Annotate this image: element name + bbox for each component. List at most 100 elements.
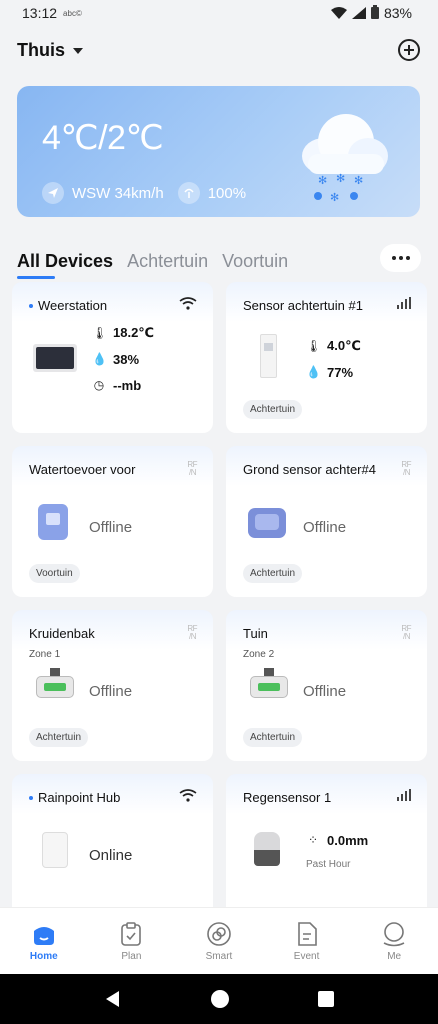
add-device-button[interactable] — [398, 39, 420, 61]
device-name: Rainpoint Hub — [38, 790, 121, 805]
nav-event[interactable]: Event — [272, 921, 342, 962]
device-name: Weerstation — [38, 298, 108, 313]
svg-text:✻: ✻ — [336, 172, 345, 185]
online-dot — [29, 303, 33, 308]
location-tag: Voortuin — [29, 564, 80, 583]
device-name: Watertoevoer voor — [29, 462, 136, 477]
device-group-tabs: All Devices Achtertuin Voortuin — [17, 244, 421, 279]
bottom-navigation: Home Plan Smart Event Me — [0, 907, 438, 974]
valve-controller-image — [36, 668, 74, 704]
home-circle-icon[interactable] — [210, 990, 229, 1008]
device-title: Weerstation — [29, 298, 107, 313]
wind-text: WSW 34km/h — [72, 184, 164, 202]
device-card-sensor-achtertuin[interactable]: Sensor achtertuin #1 🌡 4.0℃ 💧 77% Achtertu… — [226, 282, 427, 433]
humidity-drop-icon: 💧 — [306, 365, 321, 379]
reading-temperature: 🌡 4.0℃ — [306, 333, 361, 359]
tab-voortuin[interactable]: Voortuin — [222, 251, 288, 272]
reading-humidity: 💧 38% — [92, 346, 154, 372]
reading-period: Past Hour — [306, 853, 368, 875]
nav-label: Me — [387, 950, 402, 962]
recents-icon[interactable] — [317, 991, 334, 1007]
tab-achtertuin[interactable]: Achtertuin — [127, 251, 208, 272]
device-name: Tuin — [243, 626, 268, 641]
nav-label: Home — [29, 950, 58, 962]
location-tag: Achtertuin — [243, 564, 303, 583]
device-status: Offline — [303, 683, 347, 700]
readings: ⁘ 0.0mm Past Hour — [306, 827, 368, 875]
device-name: Regensensor 1 — [243, 790, 332, 805]
weather-station-image — [33, 344, 77, 372]
device-status: Offline — [89, 519, 133, 536]
tab-all-devices[interactable]: All Devices — [17, 251, 113, 279]
device-status: Offline — [89, 683, 133, 700]
device-card-watertoevoer[interactable]: Watertoevoer voor RF /N Offline Voortuin — [12, 446, 213, 597]
status-time: 13:12 — [22, 5, 58, 21]
gauge-icon: ◷ — [93, 378, 105, 392]
reading-value: 0.0mm — [327, 832, 369, 848]
back-icon[interactable] — [104, 990, 122, 1008]
nav-label: Plan — [121, 950, 142, 962]
rain-drops-icon: ⁘ — [307, 833, 319, 847]
soil-sensor-image — [248, 508, 286, 538]
reading-value: 4.0℃ — [327, 338, 361, 353]
reading-value: 77% — [327, 364, 354, 380]
online-dot — [29, 795, 33, 800]
battery-icon — [370, 5, 379, 19]
home-selector[interactable]: Thuis — [17, 40, 83, 61]
device-title: Tuin — [243, 626, 268, 641]
readings: 🌡 18.2℃ 💧 38% ◷ --mb — [92, 320, 154, 398]
smart-link-icon — [207, 921, 231, 946]
device-card-grond-sensor[interactable]: Grond sensor achter#4 RF /N Offline Acht… — [226, 446, 427, 597]
nav-smart[interactable]: Smart — [184, 921, 254, 962]
humidity-icon — [177, 182, 200, 204]
device-title: Regensensor 1 — [243, 790, 331, 805]
device-card-weerstation[interactable]: Weerstation 🌡 18.2℃ 💧 38% ◷ --mb — [12, 282, 213, 433]
nav-home[interactable]: Home — [9, 921, 79, 962]
device-title: Rainpoint Hub — [29, 790, 120, 805]
location-tag: Achtertuin — [29, 728, 89, 747]
reading-rainfall: ⁘ 0.0mm — [306, 827, 368, 853]
wifi-icon — [179, 789, 197, 807]
no-rf-signal-icon: RF /N — [187, 624, 197, 641]
device-card-rainpoint-hub[interactable]: Rainpoint Hub Online — [12, 774, 213, 925]
device-card-tuin[interactable]: Tuin RF /N Zone 2 Offline Achtertuin — [226, 610, 427, 761]
signal-bars-icon — [397, 297, 411, 309]
clipboard-check-icon — [121, 921, 142, 946]
valve-controller-image — [250, 668, 288, 704]
zone-label: Zone 1 — [29, 649, 61, 660]
weather-card[interactable]: 4℃/2℃ WSW 34km/h 100% ✻ ✻ ✻ ✻ — [17, 86, 420, 217]
battery-level: 83% — [383, 5, 412, 21]
device-card-kruidenbak[interactable]: Kruidenbak RF /N Zone 1 Offline Achtertu… — [12, 610, 213, 761]
svg-text:✻: ✻ — [330, 191, 339, 204]
reading-pressure: ◷ --mb — [92, 372, 154, 398]
device-card-regensensor[interactable]: Regensensor 1 ⁘ 0.0mm Past Hour — [226, 774, 427, 925]
home-name: Thuis — [17, 39, 65, 60]
readings: 🌡 4.0℃ 💧 77% — [306, 333, 361, 385]
weather-temperature: 4℃/2℃ — [42, 119, 164, 157]
hub-image — [42, 832, 68, 868]
document-icon — [297, 921, 317, 946]
status-extra: abc© — [63, 8, 82, 18]
thermometer-icon: 🌡 — [92, 326, 108, 340]
wifi-status-icon — [330, 7, 347, 19]
device-status: Online — [89, 847, 133, 864]
location-tag: Achtertuin — [243, 728, 303, 747]
weather-meta: WSW 34km/h 100% — [42, 182, 246, 204]
profile-icon — [383, 921, 405, 946]
reading-value: 38% — [113, 351, 140, 367]
more-options-button[interactable] — [380, 244, 421, 272]
svg-text:✻: ✻ — [354, 174, 363, 187]
more-dot — [391, 256, 396, 260]
nav-me[interactable]: Me — [359, 921, 429, 962]
nav-plan[interactable]: Plan — [96, 921, 166, 962]
device-title: Watertoevoer voor — [29, 462, 135, 477]
reading-temperature: 🌡 18.2℃ — [92, 320, 154, 346]
wind-direction-icon — [42, 182, 64, 204]
location-tag: Achtertuin — [243, 400, 303, 419]
wind-info: WSW 34km/h — [42, 182, 164, 204]
humidity-text: 100% — [207, 184, 247, 202]
water-timer-image — [38, 504, 68, 540]
thermometer-icon: 🌡 — [306, 339, 322, 353]
header: Thuis — [17, 34, 420, 66]
nav-label: Event — [293, 950, 320, 962]
